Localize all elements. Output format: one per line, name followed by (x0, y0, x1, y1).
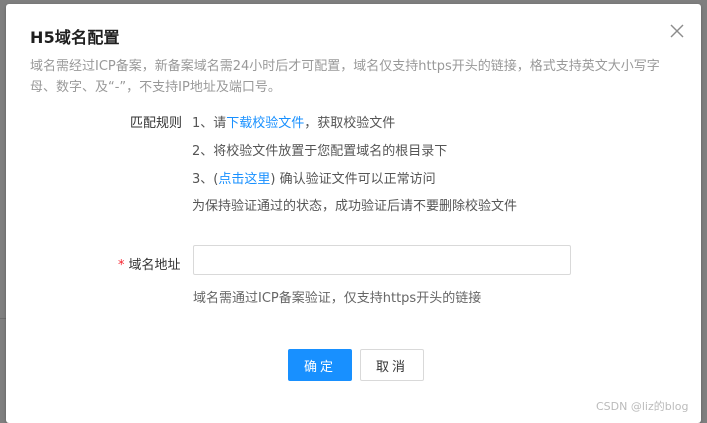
rule-step-3-suffix: ) 确认验证文件可以正常访问 (270, 172, 436, 187)
domain-address-hint: 域名需通过ICP备案验证，仅支持https开头的链接 (193, 291, 482, 306)
rule-step-1: 1、请下载校验文件，获取校验文件 (192, 112, 395, 131)
watermark: CSDN @liz的blog (596, 400, 689, 413)
rule-step-1-suffix: ，获取校验文件 (304, 116, 396, 131)
rule-note: 为保持验证通过的状态，成功验证后请不要删除校验文件 (192, 199, 518, 214)
match-rules-label: 匹配规则 (130, 116, 183, 131)
download-verification-file-link[interactable]: 下载校验文件 (226, 116, 304, 131)
cancel-button[interactable]: 取消 (360, 349, 424, 381)
dialog-title: H5域名配置 (30, 28, 120, 47)
domain-address-input[interactable] (193, 245, 571, 275)
rule-step-3: 3、(点击这里) 确认验证文件可以正常访问 (192, 168, 436, 187)
rule-step-3-prefix: 3、( (192, 172, 219, 187)
domain-address-label-text: 域名地址 (128, 258, 181, 273)
close-icon (670, 24, 684, 38)
dialog-description: 域名需经过ICP备案，新备案域名需24小时后才可配置，域名仅支持https开头的… (30, 59, 660, 95)
rule-step-2: 2、将校验文件放置于您配置域名的根目录下 (192, 144, 448, 159)
rule-step-1-prefix: 1、请 (192, 116, 227, 131)
domain-config-dialog: H5域名配置 域名需经过ICP备案，新备案域名需24小时后才可配置，域名仅支持h… (6, 4, 701, 423)
confirm-button[interactable]: 确定 (288, 349, 352, 381)
click-here-link[interactable]: 点击这里 (218, 172, 270, 187)
close-button[interactable] (666, 20, 688, 42)
domain-address-label: * 域名地址 (118, 254, 181, 273)
required-mark: * (118, 258, 125, 273)
